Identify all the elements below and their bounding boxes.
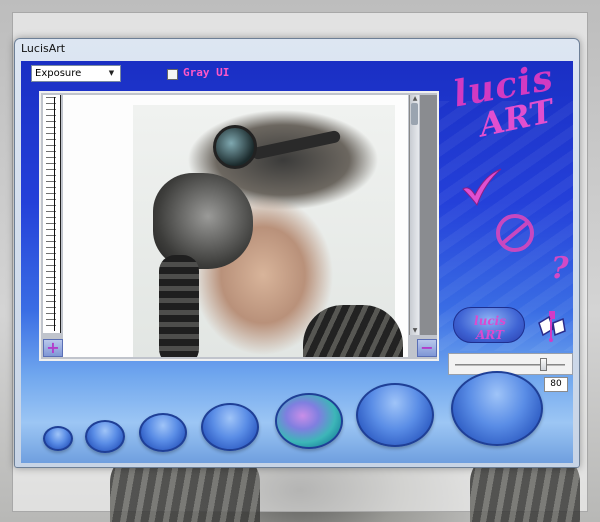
slider-thumb[interactable]	[540, 358, 547, 371]
plugin-panel: Exposure ▼ Gray UI ▲ ▼ + − lucis ART ? l…	[21, 61, 573, 463]
slider-track[interactable]	[455, 364, 565, 366]
goggle	[213, 125, 257, 169]
check-icon[interactable]	[459, 165, 505, 209]
effect-select-value: Exposure	[35, 68, 82, 79]
preset-bubble-button[interactable]	[356, 383, 434, 447]
scroll-down-icon[interactable]: ▼	[410, 327, 420, 335]
preset-bubble-button[interactable]	[43, 426, 73, 451]
zoom-out-button[interactable]: −	[417, 339, 437, 357]
gas-mask	[153, 173, 253, 269]
vertical-scrollbar[interactable]: ▲ ▼	[409, 95, 419, 335]
gray-ui-label[interactable]: Gray UI	[183, 66, 229, 79]
preview-frame: ▲ ▼ + −	[39, 91, 439, 361]
preset-bubble-button[interactable]	[275, 393, 343, 449]
chevron-down-icon[interactable]: ▼	[105, 67, 118, 80]
preset-bubble-button[interactable]	[201, 403, 259, 451]
vertical-ruler[interactable]	[43, 95, 61, 333]
lucisart-logo: lucis ART	[433, 61, 573, 175]
lucis-art-button-label: lucis ART	[474, 314, 506, 342]
preset-bubble-button[interactable]	[451, 371, 543, 446]
cancel-icon[interactable]	[493, 211, 537, 255]
paint-bucket-icon[interactable]	[531, 309, 571, 343]
mask-tube	[159, 255, 199, 357]
slider-value-field[interactable]: 80	[544, 377, 568, 392]
preset-bubble-button[interactable]	[85, 420, 125, 453]
scrollbar-thumb[interactable]	[411, 103, 418, 125]
help-icon[interactable]: ?	[551, 251, 573, 287]
shoulder-hose	[303, 305, 403, 357]
gray-ui-checkbox[interactable]	[167, 69, 178, 80]
scroll-up-icon[interactable]: ▲	[410, 95, 420, 103]
image-preview[interactable]	[63, 95, 408, 357]
zoom-in-button[interactable]: +	[43, 339, 63, 357]
lucis-art-button[interactable]: lucis ART	[453, 307, 525, 343]
effect-select[interactable]: Exposure ▼	[31, 65, 121, 82]
window-title: LucisArt	[21, 42, 66, 55]
goggle-strap	[250, 129, 342, 161]
lucisart-window: LucisArt Exposure ▼ Gray UI ▲ ▼ + − luci…	[14, 38, 580, 468]
preset-bubble-button[interactable]	[139, 413, 187, 452]
preview-photo	[133, 105, 403, 357]
